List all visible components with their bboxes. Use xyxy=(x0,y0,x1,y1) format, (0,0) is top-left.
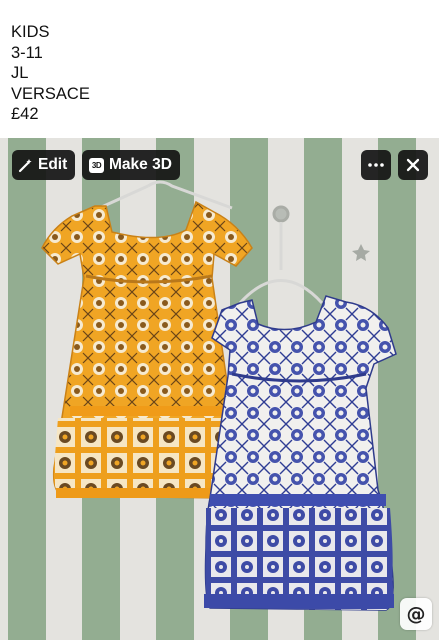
caption-line-size-range: 3-11 xyxy=(11,43,43,62)
at-sign-icon: @ xyxy=(406,603,426,625)
caption-line-brand: VERSACE xyxy=(11,84,90,103)
caption-line-price: £42 xyxy=(11,105,39,123)
edit-button[interactable]: Edit xyxy=(12,150,75,180)
blue-printed-dress xyxy=(204,295,397,611)
more-options-button[interactable] xyxy=(361,150,391,180)
mention-button[interactable]: @ xyxy=(400,598,432,630)
post-caption: KIDS 3-11 JL VERSACE £42 xyxy=(11,22,431,125)
caption-line-category: KIDS xyxy=(11,23,50,41)
make-3d-button-label: Make 3D xyxy=(109,156,172,173)
more-icon xyxy=(368,163,384,167)
caption-line-code: JL xyxy=(11,64,29,82)
post-photo[interactable] xyxy=(0,138,439,640)
close-button[interactable] xyxy=(398,150,428,180)
edit-button-label: Edit xyxy=(38,156,68,173)
3d-icon: 3D xyxy=(89,157,104,173)
make-3d-button[interactable]: 3D Make 3D xyxy=(82,150,180,180)
dresses-photo-illustration xyxy=(0,138,439,640)
close-icon xyxy=(406,158,420,172)
magic-wand-icon xyxy=(18,158,32,172)
